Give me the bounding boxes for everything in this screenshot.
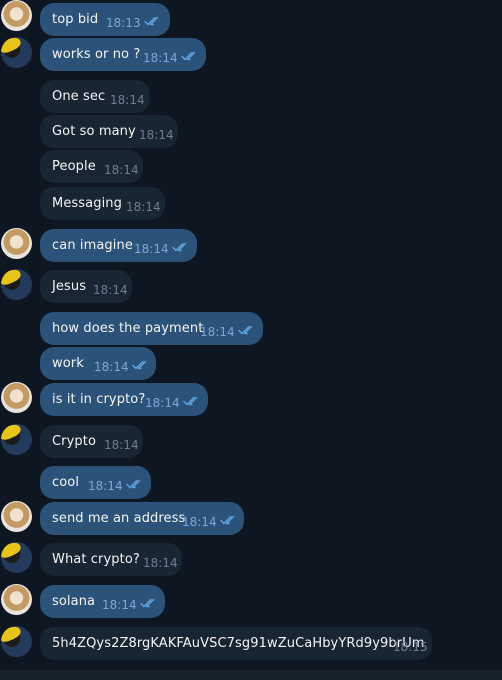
message-text: works or no ? [52, 47, 141, 62]
outgoing-message-bubble[interactable]: send me an address 18:14 [40, 502, 244, 535]
message-timestamp: 18:14 [126, 200, 161, 214]
outgoing-message-bubble[interactable]: solana 18:14 [40, 585, 165, 618]
message-timestamp: 18:14 [134, 242, 169, 256]
read-double-check-icon [181, 51, 196, 61]
message-text: What crypto? [52, 552, 140, 567]
message-text: work [52, 356, 84, 371]
incoming-message-bubble[interactable]: Crypto 18:14 [40, 425, 143, 458]
incoming-message-bubble[interactable]: 5h4ZQys2Z8rgKAKFAuVSC7sg91wZuCaHbyYRd9y9… [40, 627, 432, 660]
message-text: Got so many [52, 124, 136, 139]
message-text: Crypto [52, 434, 97, 449]
read-double-check-icon [140, 598, 155, 608]
message-text: Messaging [52, 196, 122, 211]
message-text: how does the payment [52, 321, 204, 336]
contact-avatar[interactable] [1, 584, 32, 615]
message-timestamp: 18:14 [200, 325, 235, 339]
read-double-check-icon [238, 325, 253, 335]
message-text: can imagine [52, 238, 133, 253]
outgoing-message-bubble[interactable]: works or no ? 18:14 [40, 38, 206, 71]
read-double-check-icon [126, 479, 141, 489]
message-text: cool [52, 475, 80, 490]
contact-avatar[interactable] [1, 228, 32, 259]
outgoing-message-bubble[interactable]: work 18:14 [40, 347, 156, 380]
message-text: One sec [52, 89, 106, 104]
contact-avatar[interactable] [1, 501, 32, 532]
chat-history: top bid 18:13 works or no ? 18:14 One sec 18:… [0, 0, 502, 680]
read-double-check-icon [172, 242, 187, 252]
message-text: 5h4ZQys2Z8rgKAKFAuVSC7sg91wZuCaHbyYRd9y9… [52, 636, 425, 651]
message-text: Jesus [52, 279, 87, 294]
composer-bar-edge [0, 670, 502, 680]
outgoing-message-bubble[interactable]: how does the payment 18:14 [40, 312, 263, 345]
incoming-message-bubble[interactable]: Jesus 18:14 [40, 270, 132, 303]
message-text: is it in crypto? [52, 392, 146, 407]
own-avatar[interactable] [1, 424, 32, 455]
message-timestamp: 18:14 [102, 598, 137, 612]
message-timestamp: 18:14 [93, 283, 128, 297]
message-timestamp: 18:14 [94, 360, 129, 374]
message-timestamp: 18:15 [393, 640, 428, 654]
own-avatar[interactable] [1, 269, 32, 300]
message-timestamp: 18:13 [106, 16, 141, 30]
message-timestamp: 18:14 [139, 128, 174, 142]
incoming-message-bubble[interactable]: Got so many 18:14 [40, 115, 178, 148]
incoming-message-bubble[interactable]: What crypto? 18:14 [40, 543, 182, 576]
own-avatar[interactable] [1, 626, 32, 657]
incoming-message-bubble[interactable]: Messaging 18:14 [40, 187, 165, 220]
message-text: send me an address [52, 511, 186, 526]
message-text: top bid [52, 12, 99, 27]
message-timestamp: 18:14 [143, 51, 178, 65]
message-timestamp: 18:14 [145, 396, 180, 410]
message-timestamp: 18:14 [182, 515, 217, 529]
message-timestamp: 18:14 [104, 438, 139, 452]
message-timestamp: 18:14 [104, 163, 139, 177]
message-text: People [52, 159, 96, 174]
message-text: solana [52, 594, 96, 609]
read-double-check-icon [183, 396, 198, 406]
message-timestamp: 18:14 [110, 93, 145, 107]
read-double-check-icon [144, 16, 159, 26]
incoming-message-bubble[interactable]: People 18:14 [40, 150, 143, 183]
outgoing-message-bubble[interactable]: can imagine 18:14 [40, 229, 197, 262]
message-timestamp: 18:14 [88, 479, 123, 493]
outgoing-message-bubble[interactable]: is it in crypto? 18:14 [40, 383, 208, 416]
contact-avatar[interactable] [1, 382, 32, 413]
contact-avatar[interactable] [1, 0, 32, 31]
outgoing-message-bubble[interactable]: top bid 18:13 [40, 3, 170, 36]
own-avatar[interactable] [1, 37, 32, 68]
own-avatar[interactable] [1, 542, 32, 573]
message-timestamp: 18:14 [143, 556, 178, 570]
read-double-check-icon [220, 515, 235, 525]
incoming-message-bubble[interactable]: One sec 18:14 [40, 80, 150, 113]
outgoing-message-bubble[interactable]: cool 18:14 [40, 466, 151, 499]
read-double-check-icon [132, 360, 147, 370]
